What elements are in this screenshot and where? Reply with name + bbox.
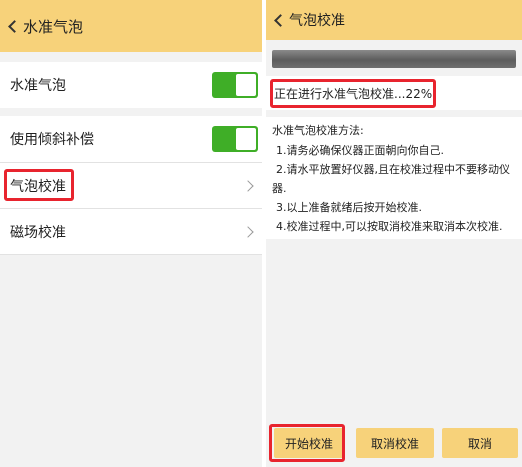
- highlight-box: [4, 169, 74, 201]
- row-bubble-level[interactable]: 水准气泡: [0, 62, 262, 108]
- row-label: 使用倾斜补偿: [10, 132, 94, 148]
- row-label: 水准气泡: [10, 78, 66, 94]
- instructions-panel: 水准气泡校准方法: 1.请务必确保仪器正面朝向你自己. 2.请水平放置好仪器,且…: [266, 117, 522, 239]
- toggle-knob: [236, 74, 256, 96]
- back-button[interactable]: 水准气泡: [0, 16, 83, 37]
- instruction-line: 2.请水平放置好仪器,且在校准过程中不要移动仪: [276, 163, 510, 176]
- cancel-button[interactable]: 取消: [442, 428, 518, 458]
- page-title: 气泡校准: [289, 13, 345, 29]
- instruction-line: 3.以上准备就绪后按开始校准.: [276, 201, 422, 214]
- left-panel: 水准气泡 水准气泡 使用倾斜补偿 气泡校准 磁场校准: [0, 0, 262, 467]
- bubble-level-toggle[interactable]: [212, 72, 258, 98]
- highlight-box: [270, 79, 436, 108]
- instruction-line: 1.请务必确保仪器正面朝向你自己.: [276, 144, 444, 157]
- divider: [0, 254, 262, 255]
- right-panel: 气泡校准 正在进行水准气泡校准...22% 水准气泡校准方法: 1.请务必确保仪…: [266, 0, 522, 467]
- instruction-line: 器.: [272, 182, 287, 195]
- row-magnetic-calibration[interactable]: 磁场校准: [0, 209, 262, 255]
- calibration-progress-bar: [272, 50, 516, 68]
- tilt-compensation-toggle[interactable]: [212, 126, 258, 152]
- toggle-knob: [236, 128, 256, 150]
- chevron-right-icon: [242, 180, 254, 192]
- cancel-calibration-button[interactable]: 取消校准: [356, 428, 434, 458]
- row-tilt-compensation[interactable]: 使用倾斜补偿: [0, 116, 262, 162]
- chevron-right-icon: [242, 226, 254, 238]
- instructions-heading: 水准气泡校准方法:: [272, 124, 364, 137]
- instruction-line: 4.校准过程中,可以按取消校准来取消本次校准.: [276, 220, 503, 233]
- chevron-left-icon: [274, 13, 287, 27]
- highlight-box: [269, 424, 345, 462]
- back-button[interactable]: 气泡校准: [266, 10, 345, 30]
- row-label: 磁场校准: [10, 225, 66, 241]
- chevron-left-icon: [8, 19, 21, 33]
- page-title: 水准气泡: [23, 17, 84, 36]
- right-header: 气泡校准: [266, 0, 522, 40]
- left-header: 水准气泡: [0, 0, 262, 52]
